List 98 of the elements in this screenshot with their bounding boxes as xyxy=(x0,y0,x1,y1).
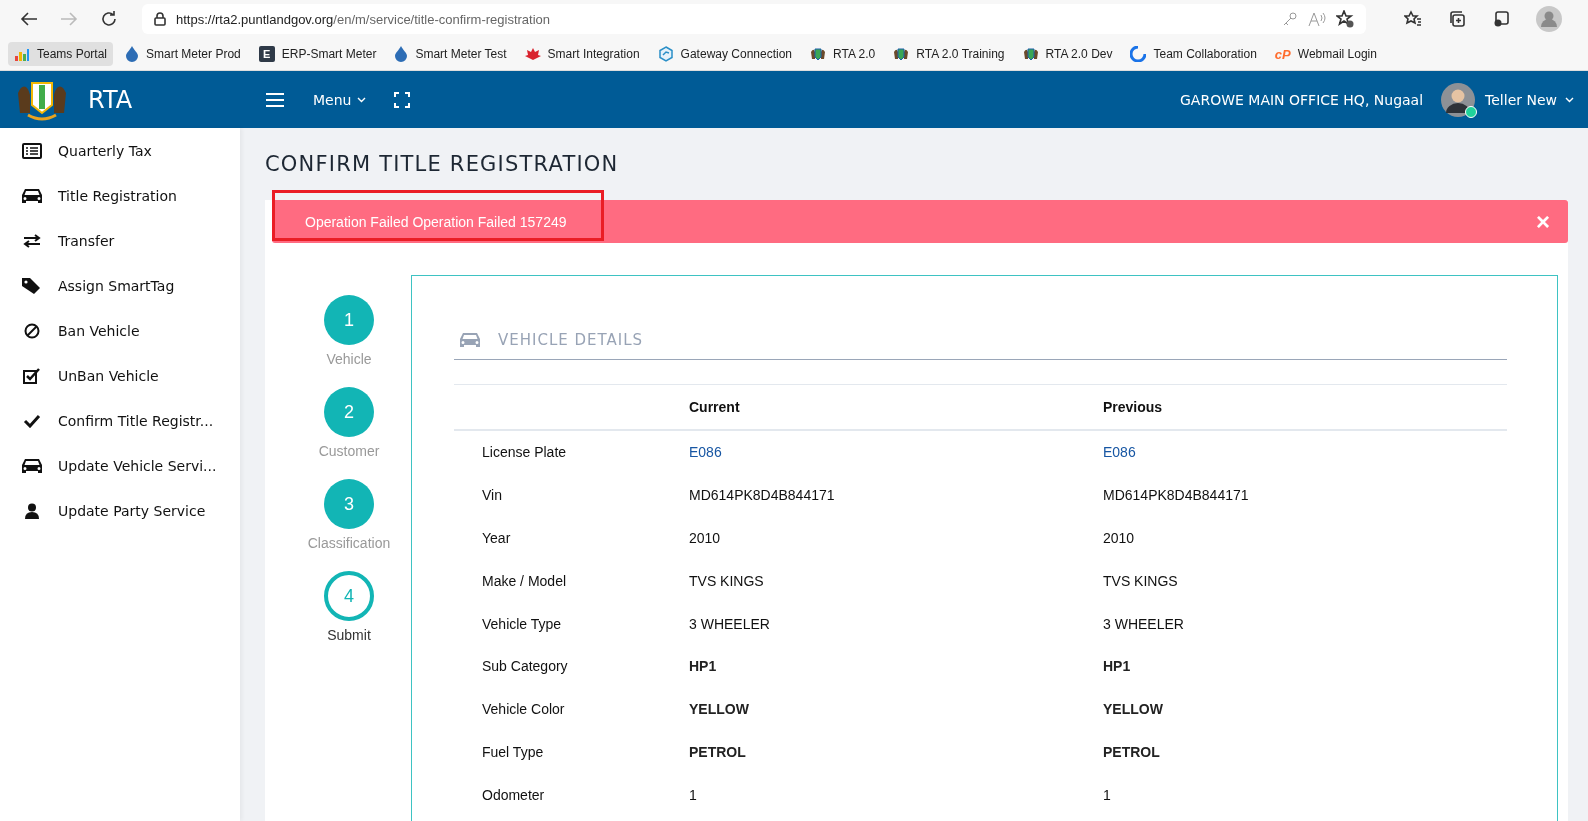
user-icon xyxy=(25,502,39,519)
row-label: Fuel Type xyxy=(481,742,545,762)
step-label: Vehicle xyxy=(326,351,372,367)
sidebar-item[interactable]: Update Vehicle Servi... xyxy=(0,443,240,488)
bookmark[interactable]: cP Webmail Login xyxy=(1268,42,1383,66)
back-icon[interactable] xyxy=(20,11,38,27)
row-label: Sub Category xyxy=(481,657,569,677)
chevron-icon xyxy=(1565,96,1574,103)
chevron-icon xyxy=(357,96,367,103)
bookmark[interactable]: E ERP-Smart Meter xyxy=(252,42,383,66)
fullscreen-icon[interactable] xyxy=(394,91,411,108)
hexagon-icon xyxy=(657,46,674,62)
bookmark[interactable]: Teams Portal xyxy=(8,42,114,66)
flower-icon xyxy=(524,48,541,60)
bookmark[interactable]: Gateway Connection xyxy=(651,42,798,66)
emblem-icon xyxy=(810,46,826,62)
tags-icon xyxy=(21,276,43,295)
bookmark[interactable]: RTA 2.0 xyxy=(804,42,882,66)
sidebar-item[interactable]: Quarterly Tax xyxy=(0,128,240,173)
droplet-icon xyxy=(125,46,140,62)
sidebar-item[interactable]: Update Party Service xyxy=(0,488,240,533)
car-icon xyxy=(20,456,44,475)
car-icon xyxy=(20,186,44,205)
star-add-icon[interactable] xyxy=(1336,10,1354,28)
bookmark[interactable]: RTA 2.0 Dev xyxy=(1016,42,1119,66)
table-cell-text: MD614PK8D4B844171 xyxy=(688,486,836,506)
row-label: Vehicle Color xyxy=(481,700,566,720)
table-cell-text: PETROL xyxy=(1102,742,1161,762)
table-cell-text: PETROL xyxy=(688,742,747,762)
plate-link[interactable]: E086 xyxy=(1103,444,1136,461)
brand-name: RTA xyxy=(88,85,133,114)
step-label: Classification xyxy=(307,535,391,551)
section-title: VEHICLE DETAILS xyxy=(498,331,644,349)
office-name: GAROWE MAIN OFFICE HQ, Nugaal xyxy=(1180,91,1424,108)
key-icon[interactable] xyxy=(1282,11,1298,27)
bookmark[interactable]: Smart Meter Prod xyxy=(119,42,247,66)
list-icon xyxy=(22,142,42,159)
read-aloud-icon[interactable] xyxy=(1308,11,1326,27)
car-icon xyxy=(458,331,482,349)
table-cell-text: MD614PK8D4B844171 xyxy=(1102,486,1250,506)
bookmark[interactable]: Team Collaboration xyxy=(1124,42,1263,66)
profile-icon[interactable] xyxy=(1536,6,1562,32)
table-cell-text: YELLOW xyxy=(688,700,750,720)
ban-icon xyxy=(24,322,40,339)
row-label: Make / Model xyxy=(481,571,568,591)
sidebar-item[interactable]: Title Registration xyxy=(0,173,240,218)
sidebar-item[interactable]: Ban Vehicle xyxy=(0,308,240,353)
table-cell-text: 2010 xyxy=(1102,529,1136,548)
table-cell-text: YELLOW xyxy=(1102,700,1164,720)
table-cell-text: 3 WHEELER xyxy=(688,614,771,634)
row-label: Vehicle Type xyxy=(481,614,563,634)
avatar[interactable] xyxy=(1441,82,1476,117)
exchange-icon xyxy=(22,233,42,248)
table-cell-text: HP1 xyxy=(688,657,718,677)
emblem-icon xyxy=(1022,46,1039,62)
row-label: Year xyxy=(481,529,512,548)
reload-icon[interactable] xyxy=(100,10,118,28)
ring-icon xyxy=(1130,46,1147,62)
table-cell-text: TVS KINGS xyxy=(1102,571,1179,591)
sidebar-item[interactable]: UnBan Vehicle xyxy=(0,353,240,398)
sidebar-item[interactable]: Confirm Title Registr... xyxy=(0,398,240,443)
row-label: Odometer xyxy=(481,785,546,805)
bar-chart-icon xyxy=(14,46,30,62)
column-header: Previous xyxy=(1102,384,1507,430)
step-label: Customer xyxy=(318,443,380,459)
url-text: https://rta2.puntlandgov.org/en/m/service/title-confirm-registration xyxy=(176,11,551,27)
letter-icon: E xyxy=(258,46,275,62)
table-cell-text: 2010 xyxy=(688,529,722,548)
favorites-icon[interactable] xyxy=(1404,10,1422,28)
alert-message: Operation Failed Operation Failed 157249 xyxy=(305,213,568,230)
logo-icon: cP xyxy=(1274,46,1291,62)
menu-dropdown[interactable]: Menu xyxy=(313,91,367,108)
sidebar-item[interactable]: Transfer xyxy=(0,218,240,263)
row-label: Vin xyxy=(481,486,503,506)
address-bar[interactable]: https://rta2.puntlandgov.org/en/m/service/title-confirm-registration xyxy=(142,4,1366,34)
browser-essentials-icon[interactable] xyxy=(1492,10,1510,28)
table-cell-text: 1 xyxy=(688,785,698,805)
check-icon xyxy=(23,413,41,428)
user-menu[interactable]: Teller New xyxy=(1485,91,1574,108)
emblem-icon xyxy=(893,46,910,62)
bookmark[interactable]: RTA 2.0 Training xyxy=(887,42,1011,66)
page-title: CONFIRM TITLE REGISTRATION xyxy=(265,152,620,176)
step-label: Submit xyxy=(327,627,371,643)
sidebar-item[interactable]: Assign SmartTag xyxy=(0,263,240,308)
collections-icon[interactable] xyxy=(1448,10,1466,28)
column-header: Current xyxy=(688,384,1102,430)
plate-link[interactable]: E086 xyxy=(689,444,722,461)
row-label: License Plate xyxy=(454,430,688,474)
table-cell-text: HP1 xyxy=(1102,657,1132,677)
droplet-icon xyxy=(394,46,409,62)
table-cell-text: 3 WHEELER xyxy=(1102,614,1185,634)
lock-icon xyxy=(154,12,166,26)
bookmark[interactable]: Smart Meter Test xyxy=(388,42,513,66)
menu-icon[interactable] xyxy=(265,91,285,108)
bookmark[interactable]: Smart Integration xyxy=(518,43,646,65)
table-cell-text: TVS KINGS xyxy=(688,571,765,591)
checkbox-icon xyxy=(23,367,41,384)
table-cell-text: 1 xyxy=(1102,785,1112,805)
